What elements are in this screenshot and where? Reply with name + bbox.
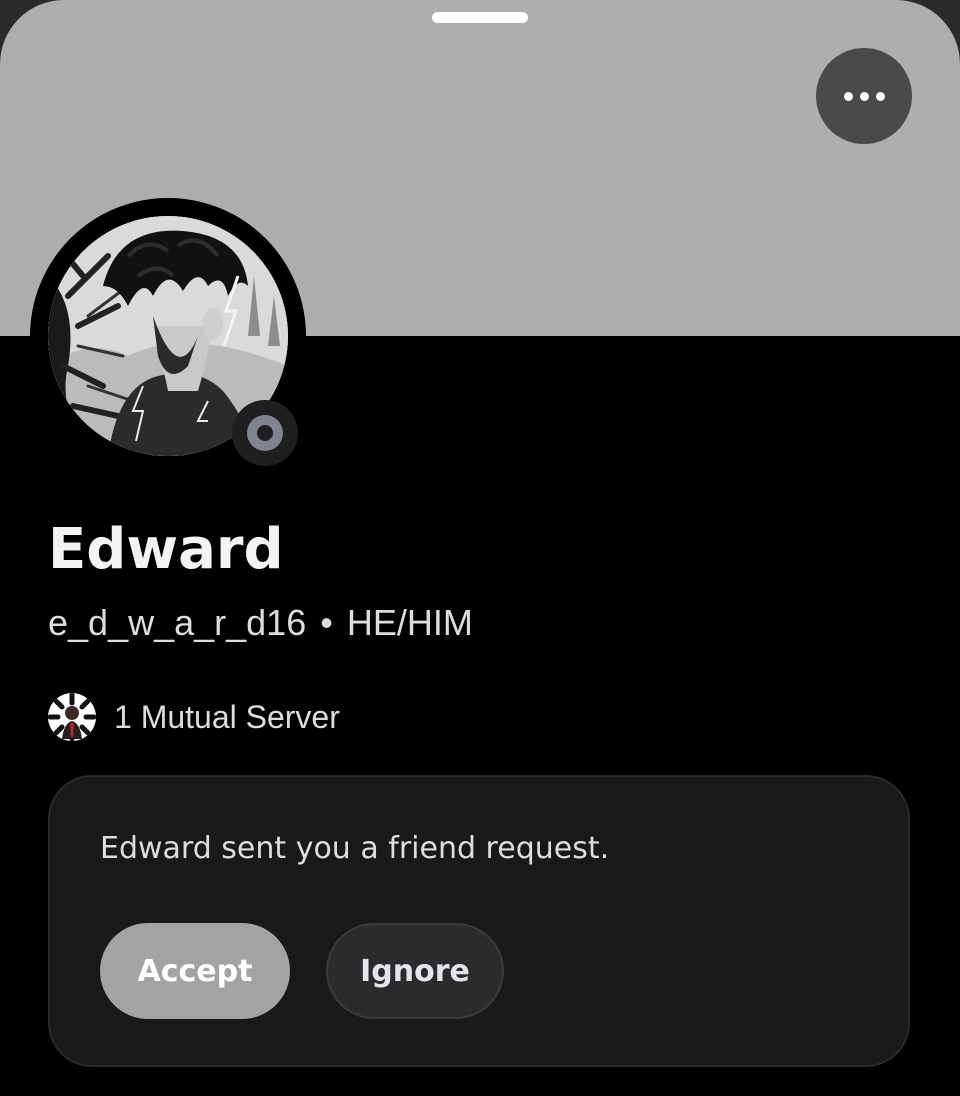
offline-status-icon xyxy=(247,415,283,451)
server-icon xyxy=(48,693,96,741)
pronouns: HE/HIM xyxy=(346,602,473,643)
status-ring xyxy=(232,400,298,466)
friend-request-message: Edward sent you a friend request. xyxy=(100,831,610,866)
mutual-servers-button[interactable]: 1 Mutual Server xyxy=(48,693,340,741)
mutual-servers-label: 1 Mutual Server xyxy=(114,698,340,735)
profile-sheet: Edward e_d_w_a_r_d16 • HE/HIM 1 Mutual S… xyxy=(0,0,960,1096)
display-name: Edward xyxy=(48,517,284,582)
username: e_d_w_a_r_d16 xyxy=(48,602,307,643)
accept-button[interactable]: Accept xyxy=(100,923,290,1019)
username-line: e_d_w_a_r_d16 • HE/HIM xyxy=(48,600,473,646)
friend-request-card: Edward sent you a friend request. Accept… xyxy=(48,775,910,1067)
more-options-button[interactable] xyxy=(816,48,912,144)
sheet-drag-handle[interactable] xyxy=(432,12,528,23)
ellipsis-icon xyxy=(843,91,853,101)
separator-dot: • xyxy=(320,602,333,643)
ignore-button[interactable]: Ignore xyxy=(326,923,504,1019)
